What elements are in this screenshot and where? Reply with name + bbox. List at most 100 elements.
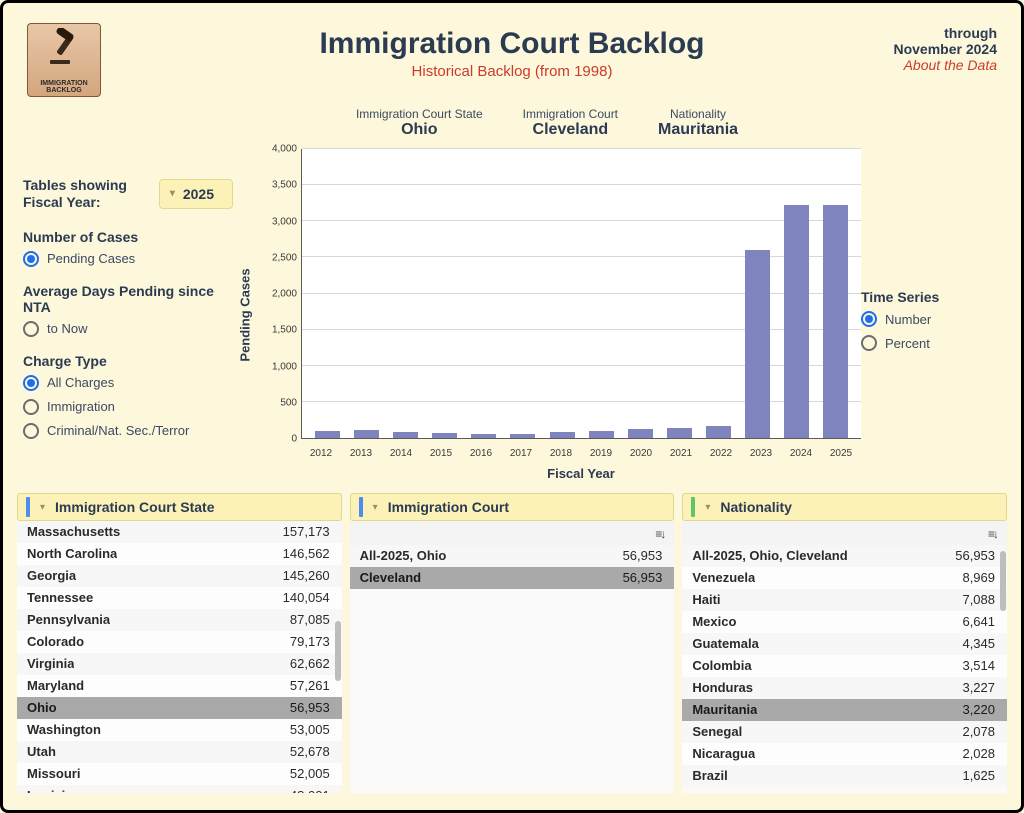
filter-nat-val: Mauritania bbox=[658, 121, 738, 139]
bar[interactable] bbox=[823, 205, 848, 438]
row-value: 3,220 bbox=[962, 702, 995, 717]
radio-criminal[interactable]: Criminal/Nat. Sec./Terror bbox=[23, 423, 233, 439]
row-name: Missouri bbox=[27, 766, 80, 781]
table-row[interactable]: All-2025, Ohio, Cleveland56,953 bbox=[682, 545, 1007, 567]
radio-icon bbox=[23, 375, 39, 391]
table-nationality-body[interactable]: ≡↓ All-2025, Ohio, Cleveland56,953Venezu… bbox=[682, 521, 1007, 793]
table-row[interactable]: Colorado79,173 bbox=[17, 631, 342, 653]
row-name: Maryland bbox=[27, 678, 84, 693]
scrollbar[interactable] bbox=[1000, 551, 1006, 611]
table-row[interactable]: Brazil1,625 bbox=[682, 765, 1007, 787]
fiscal-year-select[interactable]: ▾ 2025 bbox=[159, 179, 233, 209]
x-tick: 2022 bbox=[701, 448, 741, 459]
radio-to-now[interactable]: to Now bbox=[23, 321, 233, 337]
bar[interactable] bbox=[628, 429, 653, 438]
table-row[interactable]: Massachusetts157,173 bbox=[17, 521, 342, 543]
row-value: 56,953 bbox=[623, 570, 663, 585]
table-row[interactable]: Guatemala4,345 bbox=[682, 633, 1007, 655]
radio-icon bbox=[23, 399, 39, 415]
sort-icon[interactable]: ≡↓ bbox=[988, 527, 997, 541]
bar[interactable] bbox=[745, 250, 770, 438]
filter-state-head: Immigration Court State bbox=[356, 107, 483, 121]
table-row[interactable]: All-2025, Ohio56,953 bbox=[350, 545, 675, 567]
table-row[interactable]: Mexico6,641 bbox=[682, 611, 1007, 633]
bar[interactable] bbox=[784, 205, 809, 438]
bar[interactable] bbox=[589, 431, 614, 438]
table-row[interactable]: Senegal2,078 bbox=[682, 721, 1007, 743]
table-row[interactable]: Louisiana48,001 bbox=[17, 785, 342, 793]
radio-all-charges[interactable]: All Charges bbox=[23, 375, 233, 391]
x-tick: 2016 bbox=[461, 448, 501, 459]
table-row[interactable]: Colombia3,514 bbox=[682, 655, 1007, 677]
sort-icon[interactable]: ≡↓ bbox=[655, 527, 664, 541]
radio-percent[interactable]: Percent bbox=[861, 335, 1001, 351]
chevron-down-icon: ▾ bbox=[40, 502, 45, 513]
row-name: Mauritania bbox=[692, 702, 757, 717]
bar[interactable] bbox=[432, 433, 457, 438]
table-court-header[interactable]: ▾ Immigration Court bbox=[350, 493, 675, 521]
radio-icon bbox=[861, 311, 877, 327]
row-name: Virginia bbox=[27, 656, 74, 671]
table-row[interactable]: Mauritania 3,220 bbox=[682, 699, 1007, 721]
table-state-header[interactable]: ▾ Immigration Court State bbox=[17, 493, 342, 521]
x-tick: 2019 bbox=[581, 448, 621, 459]
row-name: Tennessee bbox=[27, 590, 93, 605]
table-row[interactable]: Venezuela8,969 bbox=[682, 567, 1007, 589]
table-state-body[interactable]: Massachusetts157,173North Carolina146,56… bbox=[17, 521, 342, 793]
filter-court-head: Immigration Court bbox=[523, 107, 618, 121]
bar[interactable] bbox=[706, 426, 731, 438]
x-tick: 2014 bbox=[381, 448, 421, 459]
table-row[interactable]: North Carolina146,562 bbox=[17, 543, 342, 565]
row-value: 87,085 bbox=[290, 612, 330, 627]
about-link[interactable]: About the Data bbox=[893, 57, 997, 73]
table-row[interactable]: Nicaragua2,028 bbox=[682, 743, 1007, 765]
x-tick: 2018 bbox=[541, 448, 581, 459]
row-name: Honduras bbox=[692, 680, 753, 695]
row-value: 2,028 bbox=[962, 746, 995, 761]
bar[interactable] bbox=[550, 432, 575, 438]
radio-pending-cases[interactable]: Pending Cases bbox=[23, 251, 233, 267]
row-value: 145,260 bbox=[283, 568, 330, 583]
row-name: Utah bbox=[27, 744, 56, 759]
row-name: Georgia bbox=[27, 568, 76, 583]
table-nationality: ▾ Nationality ≡↓ All-2025, Ohio, Clevela… bbox=[682, 493, 1007, 793]
table-court-body[interactable]: ≡↓ All-2025, Ohio56,953Cleveland56,953 bbox=[350, 521, 675, 793]
table-row[interactable]: Honduras3,227 bbox=[682, 677, 1007, 699]
table-row[interactable]: Utah52,678 bbox=[17, 741, 342, 763]
x-tick: 2021 bbox=[661, 448, 701, 459]
row-name: Brazil bbox=[692, 768, 727, 783]
table-row[interactable]: Haiti7,088 bbox=[682, 589, 1007, 611]
logo[interactable]: IMMIGRATION BACKLOG bbox=[27, 23, 101, 97]
bar[interactable] bbox=[667, 428, 692, 438]
bar[interactable] bbox=[315, 431, 340, 438]
right-controls: Time Series Number Percent bbox=[861, 103, 1001, 487]
bar[interactable] bbox=[510, 434, 535, 438]
table-nationality-header[interactable]: ▾ Nationality bbox=[682, 493, 1007, 521]
radio-number[interactable]: Number bbox=[861, 311, 1001, 327]
color-tab-icon bbox=[691, 497, 695, 517]
data-date: November 2024 bbox=[893, 41, 997, 57]
table-row[interactable]: Missouri52,005 bbox=[17, 763, 342, 785]
table-row[interactable]: Maryland57,261 bbox=[17, 675, 342, 697]
bar[interactable] bbox=[354, 430, 379, 438]
bar[interactable] bbox=[471, 434, 496, 438]
table-row[interactable]: Virginia62,662 bbox=[17, 653, 342, 675]
bar[interactable] bbox=[393, 432, 418, 439]
row-name: Colombia bbox=[692, 658, 751, 673]
fiscal-year-label: Tables showing Fiscal Year: bbox=[23, 177, 149, 211]
table-court: ▾ Immigration Court ≡↓ All-2025, Ohio56,… bbox=[350, 493, 675, 793]
page-subtitle: Historical Backlog (from 1998) bbox=[23, 63, 1001, 80]
table-row[interactable]: Georgia 145,260 bbox=[17, 565, 342, 587]
row-value: 140,054 bbox=[283, 590, 330, 605]
table-row[interactable]: Pennsylvania87,085 bbox=[17, 609, 342, 631]
scrollbar[interactable] bbox=[335, 621, 341, 681]
row-value: 7,088 bbox=[962, 592, 995, 607]
table-row[interactable]: Cleveland56,953 bbox=[350, 567, 675, 589]
table-row[interactable]: Tennessee 140,054 bbox=[17, 587, 342, 609]
table-row[interactable]: Ohio56,953 bbox=[17, 697, 342, 719]
radio-immigration[interactable]: Immigration bbox=[23, 399, 233, 415]
table-row[interactable]: Washington53,005 bbox=[17, 719, 342, 741]
x-tick: 2025 bbox=[821, 448, 861, 459]
x-tick: 2020 bbox=[621, 448, 661, 459]
gavel-icon bbox=[44, 28, 84, 68]
